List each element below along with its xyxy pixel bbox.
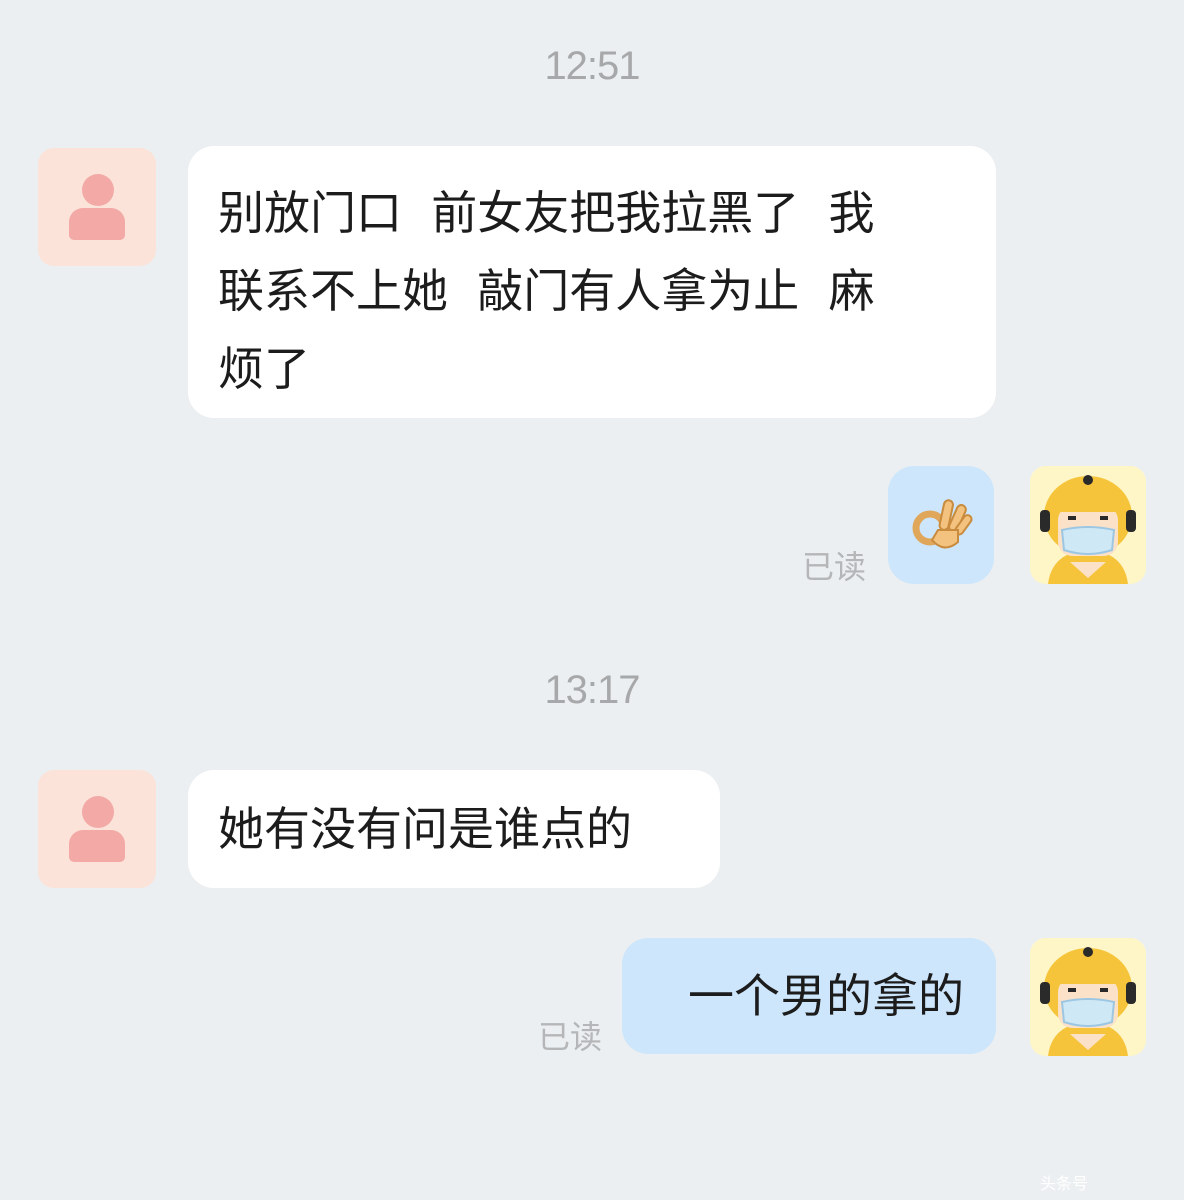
user-body-icon: [69, 208, 125, 240]
message-bubble-incoming[interactable]: 别放门口 前女友把我拉黑了 我 联系不上她 敲门有人拿为止 麻 烦了: [188, 146, 996, 418]
courier-avatar-icon: [1030, 466, 1146, 584]
my-avatar[interactable]: [1030, 466, 1146, 584]
courier-avatar-icon: [1030, 938, 1146, 1056]
contact-avatar[interactable]: [38, 148, 156, 266]
read-status: 已读: [538, 1018, 603, 1056]
user-head-icon: [82, 174, 114, 206]
message-bubble-incoming[interactable]: 她有没有问是谁点的: [188, 770, 720, 888]
my-avatar[interactable]: [1030, 938, 1146, 1056]
ok-hand-icon: [912, 499, 973, 549]
watermark: 头条号: [1039, 1174, 1088, 1193]
contact-avatar[interactable]: [38, 770, 156, 888]
timestamp: 13:17: [544, 668, 640, 712]
user-head-icon: [82, 796, 114, 828]
message-bubble-outgoing[interactable]: 一个男的拿的: [622, 938, 996, 1054]
timestamp: 12:51: [544, 44, 640, 88]
message-text: 一个男的拿的: [688, 969, 964, 1023]
message-text: 别放门口 前女友把我拉黑了 我 联系不上她 敲门有人拿为止 麻 烦了: [218, 186, 875, 396]
user-body-icon: [69, 830, 125, 862]
read-status: 已读: [802, 548, 867, 586]
message-bubble-outgoing-emoji[interactable]: [888, 466, 994, 584]
message-text: 她有没有问是谁点的: [218, 802, 632, 856]
